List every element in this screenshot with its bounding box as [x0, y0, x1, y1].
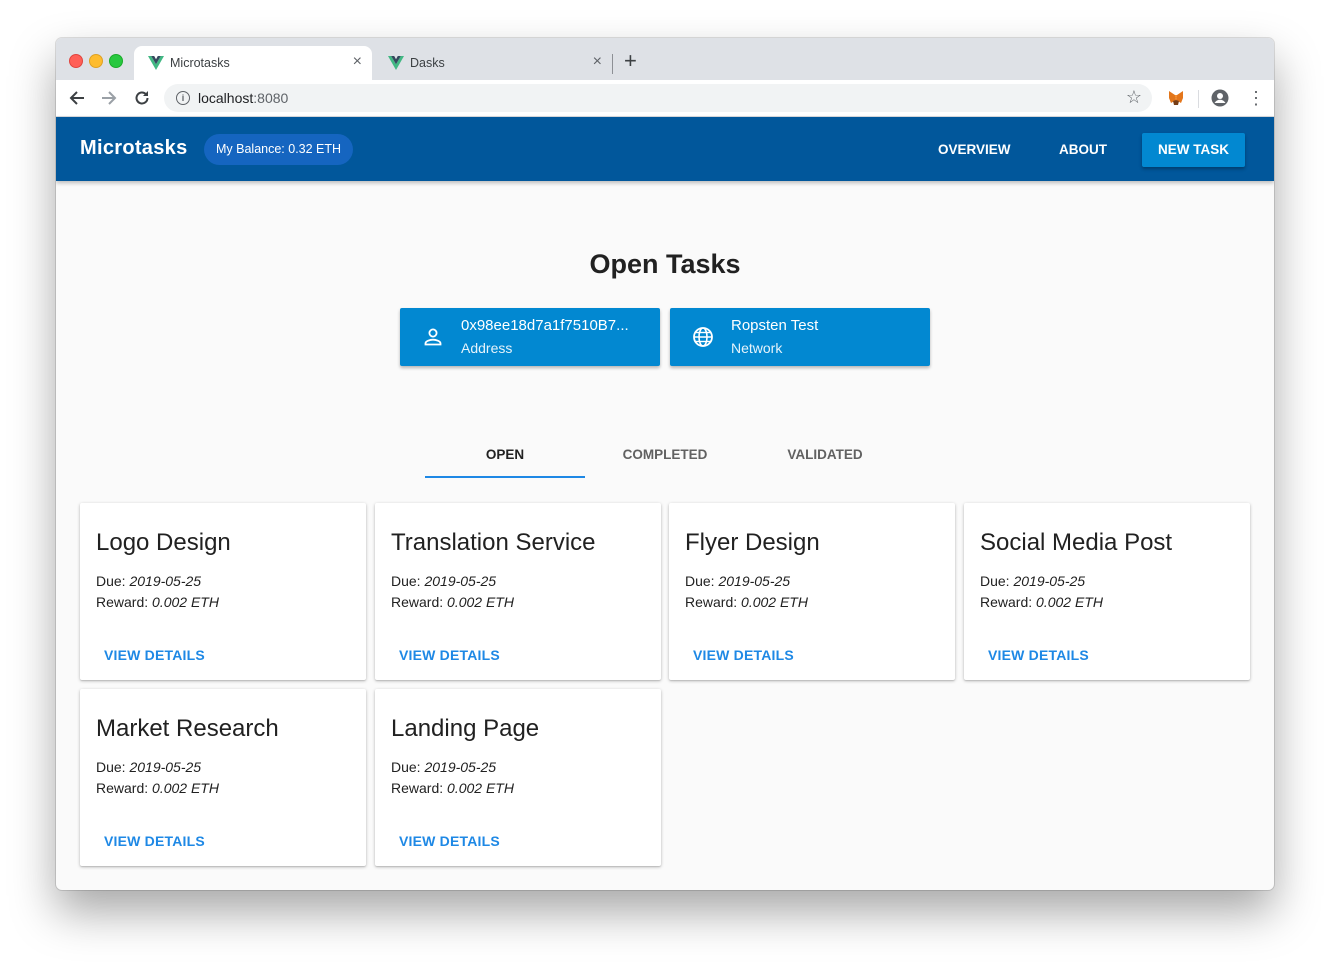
task-reward: Reward: 0.002 ETH: [391, 780, 514, 796]
balance-chip: My Balance: 0.32 ETH: [204, 134, 354, 165]
back-arrow-icon[interactable]: [66, 87, 88, 109]
task-card: Landing Page Due: 2019-05-25 Reward: 0.0…: [375, 689, 661, 866]
tab-strip: Microtasks × Dasks × +: [56, 38, 1274, 80]
address-bar[interactable]: i localhost:8080 ☆: [164, 84, 1152, 112]
more-vert-icon[interactable]: ⋮: [1247, 87, 1265, 109]
task-reward: Reward: 0.002 ETH: [980, 594, 1103, 610]
reload-icon[interactable]: [131, 87, 153, 109]
task-due: Due: 2019-05-25: [96, 573, 202, 589]
browser-window: Microtasks × Dasks × + i localhost:8080 …: [56, 38, 1274, 890]
tab-title: Dasks: [410, 56, 445, 70]
task-reward: Reward: 0.002 ETH: [96, 780, 219, 796]
toolbar-divider: [1198, 90, 1199, 108]
task-reward: Reward: 0.002 ETH: [96, 594, 219, 610]
address-value: 0x98ee18d7a1f7510B7...: [461, 317, 629, 334]
task-title: Logo Design: [96, 529, 231, 556]
task-reward: Reward: 0.002 ETH: [391, 594, 514, 610]
task-due: Due: 2019-05-25: [96, 759, 202, 775]
address-label: Address: [461, 340, 513, 356]
task-reward: Reward: 0.002 ETH: [685, 594, 808, 610]
view-details-button[interactable]: VIEW DETAILS: [980, 639, 1097, 671]
page-title: Open Tasks: [589, 249, 741, 279]
view-details-button[interactable]: VIEW DETAILS: [96, 639, 213, 671]
account-icon: [424, 328, 442, 346]
close-tab-icon[interactable]: ×: [593, 53, 602, 71]
tab-title: Microtasks: [170, 56, 230, 70]
task-due: Due: 2019-05-25: [391, 759, 497, 775]
metamask-fox-icon[interactable]: [1168, 90, 1184, 106]
tab-open[interactable]: OPEN: [425, 438, 585, 478]
vue-logo-icon: [148, 56, 164, 70]
network-value: Ropsten Test: [731, 317, 819, 334]
task-title: Translation Service: [391, 529, 596, 556]
view-details-button[interactable]: VIEW DETAILS: [391, 825, 508, 857]
globe-icon: [693, 327, 713, 347]
active-tab-indicator: [425, 476, 585, 478]
task-card: Flyer Design Due: 2019-05-25 Reward: 0.0…: [669, 503, 955, 680]
maximize-window-button[interactable]: [109, 54, 123, 68]
app-title[interactable]: Microtasks: [80, 137, 188, 160]
task-title: Market Research: [96, 715, 279, 742]
task-title: Landing Page: [391, 715, 540, 742]
tab-validated[interactable]: VALIDATED: [745, 438, 905, 478]
minimize-window-button[interactable]: [89, 54, 103, 68]
bookmark-star-icon[interactable]: ☆: [1126, 87, 1142, 108]
new-task-button[interactable]: NEW TASK: [1142, 133, 1245, 167]
task-card: Translation Service Due: 2019-05-25 Rewa…: [375, 503, 661, 680]
close-window-button[interactable]: [69, 54, 83, 68]
browser-tab-dasks[interactable]: Dasks ×: [374, 46, 612, 80]
app-bar: Microtasks My Balance: 0.32 ETH OVERVIEW…: [56, 117, 1274, 181]
about-button[interactable]: ABOUT: [1043, 133, 1123, 167]
url-text: localhost:8080: [198, 90, 289, 106]
task-card: Logo Design Due: 2019-05-25 Reward: 0.00…: [80, 503, 366, 680]
browser-toolbar: i localhost:8080 ☆ ⋮: [56, 80, 1274, 117]
network-card: Ropsten Test Network: [670, 308, 930, 366]
new-tab-button[interactable]: +: [624, 50, 637, 72]
forward-arrow-icon[interactable]: [98, 87, 120, 109]
task-due: Due: 2019-05-25: [980, 573, 1086, 589]
browser-tab-microtasks[interactable]: Microtasks ×: [134, 46, 372, 80]
task-due: Due: 2019-05-25: [685, 573, 791, 589]
tab-divider: [612, 54, 613, 74]
task-title: Flyer Design: [685, 529, 820, 556]
task-due: Due: 2019-05-25: [391, 573, 497, 589]
task-status-tabs: OPEN COMPLETED VALIDATED: [425, 438, 905, 480]
task-card: Social Media Post Due: 2019-05-25 Reward…: [964, 503, 1250, 680]
task-card: Market Research Due: 2019-05-25 Reward: …: [80, 689, 366, 866]
overview-button[interactable]: OVERVIEW: [922, 133, 1027, 167]
network-label: Network: [731, 340, 783, 356]
address-card: 0x98ee18d7a1f7510B7... Address: [400, 308, 660, 366]
close-tab-icon[interactable]: ×: [353, 53, 362, 71]
tab-completed[interactable]: COMPLETED: [585, 438, 745, 478]
vue-logo-icon: [388, 56, 404, 70]
task-title: Social Media Post: [980, 529, 1173, 556]
site-info-icon[interactable]: i: [176, 91, 190, 105]
view-details-button[interactable]: VIEW DETAILS: [96, 825, 213, 857]
profile-avatar-icon[interactable]: [1211, 89, 1229, 107]
view-details-button[interactable]: VIEW DETAILS: [685, 639, 802, 671]
view-details-button[interactable]: VIEW DETAILS: [391, 639, 508, 671]
